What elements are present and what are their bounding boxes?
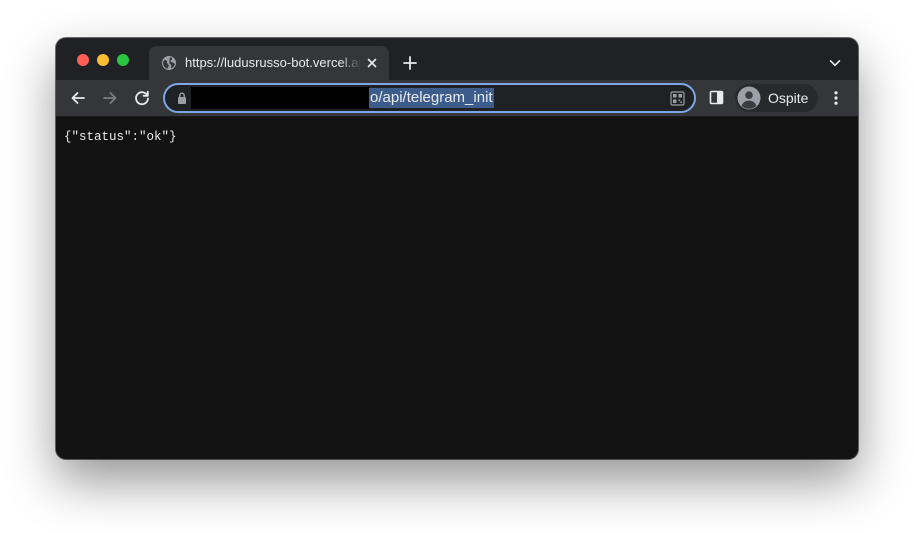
url-text[interactable]: o/api/telegram_init: [369, 88, 494, 108]
kebab-menu-icon[interactable]: [830, 90, 842, 106]
profile-button[interactable]: Ospite: [735, 84, 818, 112]
profile-name: Ospite: [768, 90, 809, 106]
forward-arrow-icon[interactable]: [101, 89, 119, 107]
tab-strip: https://ludusrusso-bot.vercel.app/api/te…: [56, 38, 858, 80]
redacted-url-segment: [191, 87, 369, 109]
json-response-text: {"status":"ok"}: [64, 130, 177, 144]
globe-icon: [162, 56, 176, 70]
back-arrow-icon[interactable]: [69, 89, 87, 107]
chevron-down-icon[interactable]: [828, 56, 842, 70]
reload-icon[interactable]: [133, 89, 151, 107]
close-window-button[interactable]: [77, 54, 89, 66]
page-content: {"status":"ok"}: [56, 117, 858, 459]
side-panel-icon[interactable]: [709, 90, 724, 105]
qr-code-icon[interactable]: [670, 91, 685, 106]
avatar-icon: [737, 86, 761, 110]
browser-window: https://ludusrusso-bot.vercel.app/api/te…: [56, 38, 858, 459]
lock-icon[interactable]: [176, 91, 188, 105]
address-bar[interactable]: o/api/telegram_init: [163, 83, 696, 113]
tab-title: https://ludusrusso-bot.vercel.app/api/te…: [185, 55, 361, 70]
zoom-window-button[interactable]: [117, 54, 129, 66]
tab-active[interactable]: https://ludusrusso-bot.vercel.app/api/te…: [149, 46, 389, 80]
toolbar: o/api/telegram_init Ospite: [56, 80, 858, 117]
close-tab-icon[interactable]: [364, 55, 380, 71]
new-tab-button[interactable]: [402, 55, 418, 71]
minimize-window-button[interactable]: [97, 54, 109, 66]
